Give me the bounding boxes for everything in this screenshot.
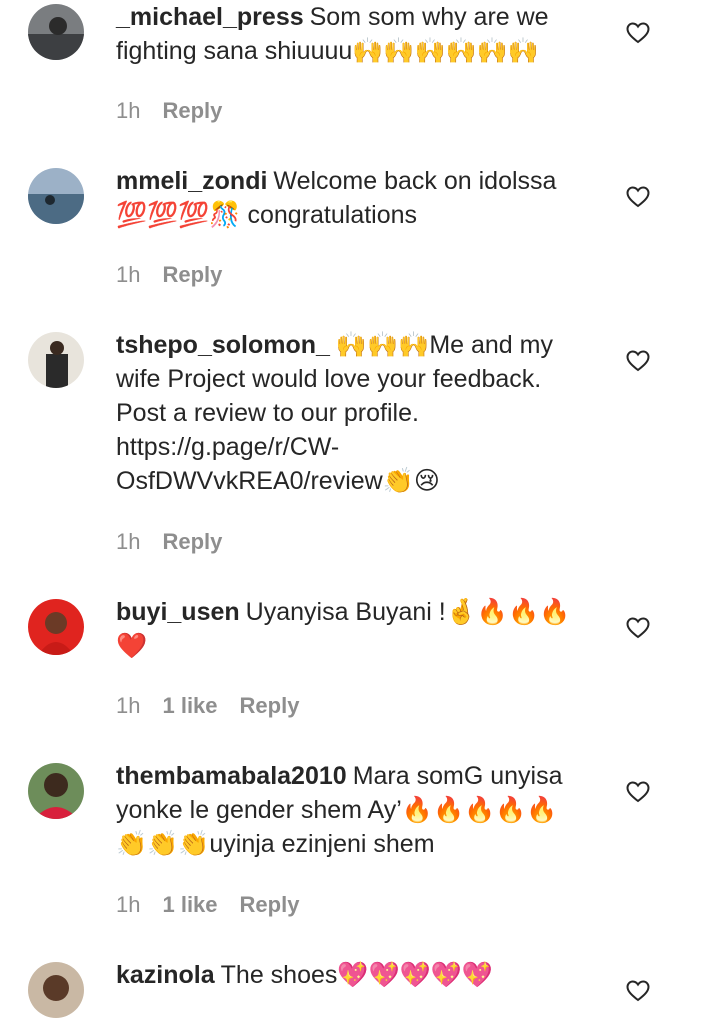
comment-text-continued: uyinja ezinjeni shem: [209, 830, 435, 858]
comment-time: 1h: [116, 529, 141, 554]
like-count[interactable]: 1 like: [162, 892, 217, 918]
comment-text: Welcome back on idolssa: [273, 167, 557, 195]
comment-time: 1h: [116, 262, 141, 287]
reply-button[interactable]: Reply: [162, 98, 222, 124]
comment-text: Uyanyisa Buyani !: [245, 598, 446, 626]
like-count[interactable]: 1 like: [162, 693, 217, 719]
comment-emoji: 🙌🙌🙌🙌🙌🙌: [352, 36, 540, 65]
avatar[interactable]: [28, 4, 84, 60]
comment-username[interactable]: kazinola: [116, 961, 215, 989]
heart-icon[interactable]: [626, 350, 650, 372]
reply-button[interactable]: Reply: [162, 262, 222, 288]
comment-time: 1h: [116, 98, 141, 123]
comment-username[interactable]: _michael_press: [116, 3, 304, 31]
heart-icon[interactable]: [626, 781, 650, 803]
reply-button[interactable]: Reply: [240, 892, 300, 918]
reply-button[interactable]: Reply: [240, 693, 300, 719]
avatar[interactable]: [28, 763, 84, 819]
comment-emoji: 💖💖💖💖💖: [337, 960, 494, 989]
comment-time: 1h: [116, 892, 141, 917]
comment-text-continued: congratulations: [247, 201, 418, 229]
comment-emoji-trailing: 👏😢: [382, 466, 440, 495]
comment-username[interactable]: thembamabala2010: [116, 762, 347, 790]
heart-icon[interactable]: [626, 617, 650, 639]
comment-text: The shoes: [220, 961, 338, 989]
avatar[interactable]: [28, 599, 84, 655]
heart-icon[interactable]: [626, 22, 650, 44]
reply-button[interactable]: Reply: [162, 529, 222, 555]
avatar[interactable]: [28, 332, 84, 388]
heart-icon[interactable]: [626, 980, 650, 1002]
comment-emoji: 🙌🙌🙌: [335, 330, 430, 359]
comment-username[interactable]: tshepo_solomon_: [116, 331, 330, 359]
heart-icon[interactable]: [626, 186, 650, 208]
avatar[interactable]: [28, 962, 84, 1018]
comment-emoji: 💯💯💯🎊: [116, 200, 241, 229]
comment-username[interactable]: buyi_usen: [116, 598, 240, 626]
comment-username[interactable]: mmeli_zondi: [116, 167, 267, 195]
comment-time: 1h: [116, 693, 141, 718]
avatar[interactable]: [28, 168, 84, 224]
